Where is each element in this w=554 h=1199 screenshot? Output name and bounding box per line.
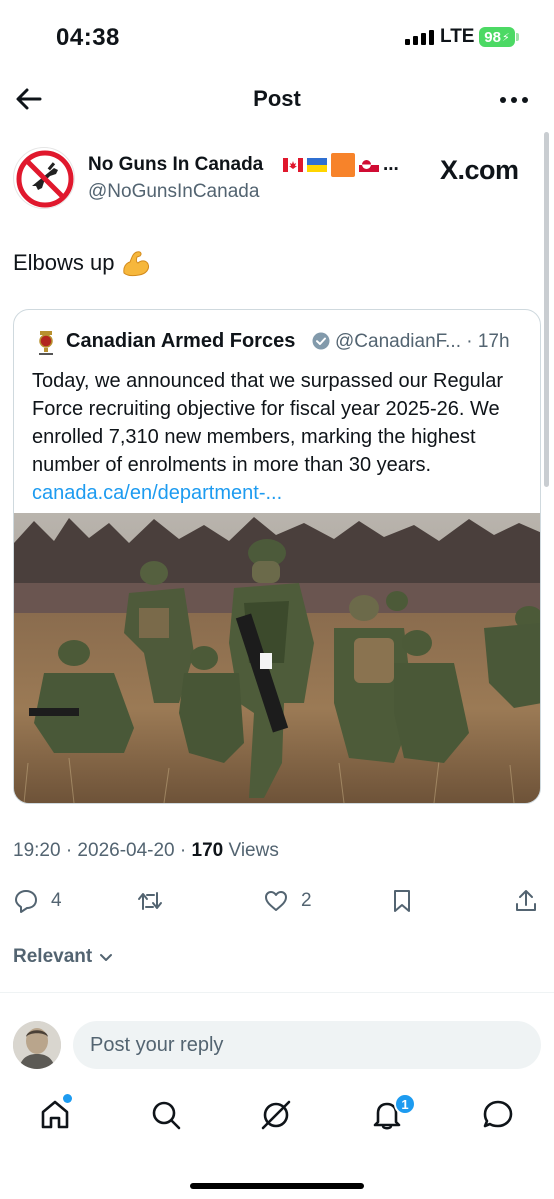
repost-icon <box>138 892 162 910</box>
quote-author-name[interactable]: Canadian Armed Forces <box>66 330 295 353</box>
search-icon[interactable] <box>149 1098 183 1132</box>
quote-body: Today, we announced that we surpassed ou… <box>32 370 504 476</box>
more-horizontal-icon[interactable] <box>498 86 530 114</box>
messages-icon[interactable] <box>481 1098 515 1132</box>
share-button[interactable] <box>513 884 539 918</box>
top-nav: Post <box>0 72 554 128</box>
divider <box>0 992 554 993</box>
reply-count: 4 <box>51 890 62 911</box>
post-timestamp: 19:20 · 2026-04-20 · <box>13 840 192 861</box>
author-avatar[interactable] <box>13 147 75 209</box>
like-button[interactable]: 2 <box>263 884 312 918</box>
post-text: Elbows up <box>13 249 151 277</box>
sort-dropdown[interactable]: Relevant <box>13 946 114 968</box>
greenland-flag-icon <box>359 158 379 172</box>
flexed-biceps-icon <box>122 251 149 277</box>
grok-icon[interactable] <box>259 1098 293 1132</box>
bottom-nav <box>0 1090 554 1150</box>
post-body: Elbows up <box>13 250 115 275</box>
xcom-watermark: X.com <box>440 155 519 185</box>
like-count: 2 <box>301 890 312 911</box>
heart-icon <box>265 891 287 911</box>
battery-level: 98 <box>484 28 501 46</box>
ukraine-flag-icon <box>307 158 327 172</box>
no-guns-logo-icon <box>16 150 74 208</box>
user-photo <box>13 1021 61 1069</box>
canada-flag-icon <box>283 158 303 172</box>
author-handle[interactable]: @NoGunsInCanada <box>88 181 259 203</box>
reply-input[interactable] <box>73 1021 541 1069</box>
quote-time: · 17h <box>466 331 510 352</box>
home-new-dot <box>63 1094 72 1103</box>
battery-icon: 98 ⚡ <box>479 27 515 47</box>
bookmark-icon <box>394 890 410 912</box>
network-label: LTE <box>440 26 475 47</box>
post-meta: 19:20 · 2026-04-20 · 170 Views <box>13 840 279 862</box>
repost-button[interactable] <box>137 884 175 918</box>
orange-square-icon <box>331 153 355 177</box>
quote-handle: @CanadianF... <box>335 331 461 352</box>
soldiers-in-field-photo[interactable] <box>14 513 541 804</box>
reply-icon <box>15 890 37 913</box>
scrollbar[interactable] <box>544 132 549 487</box>
views-count: 170 <box>191 840 224 861</box>
reply-button[interactable]: 4 <box>13 884 62 918</box>
canadian-armed-forces-logo-icon <box>39 331 53 355</box>
signal-icon <box>405 29 434 45</box>
sort-label: Relevant <box>13 946 93 967</box>
quote-handle-time: @CanadianF... · 17h <box>335 331 510 353</box>
verified-badge-icon <box>312 332 330 350</box>
views-label: Views <box>223 840 279 861</box>
home-indicator[interactable] <box>190 1183 364 1189</box>
post-actions: 4 2 <box>0 884 554 918</box>
page-title: Post <box>253 86 301 111</box>
name-ellipsis: ... <box>383 154 399 175</box>
user-avatar[interactable] <box>13 1021 61 1069</box>
bookmark-button[interactable] <box>389 884 415 918</box>
notifications-badge: 1 <box>394 1093 416 1115</box>
quoted-post[interactable]: Canadian Armed Forces @CanadianF... · 17… <box>13 309 541 804</box>
quote-link[interactable]: canada.ca/en/department-... <box>32 482 282 504</box>
quote-text: Today, we announced that we surpassed ou… <box>32 367 528 507</box>
share-icon <box>516 890 536 911</box>
status-time: 04:38 <box>56 24 120 51</box>
battery-cap <box>516 33 519 41</box>
author-name[interactable]: No Guns In Canada <box>88 154 263 176</box>
author-flags: ... <box>283 153 399 177</box>
home-icon[interactable] <box>38 1098 72 1132</box>
chevron-down-icon <box>100 954 113 961</box>
status-bar: 04:38 LTE 98 ⚡ <box>0 0 554 72</box>
